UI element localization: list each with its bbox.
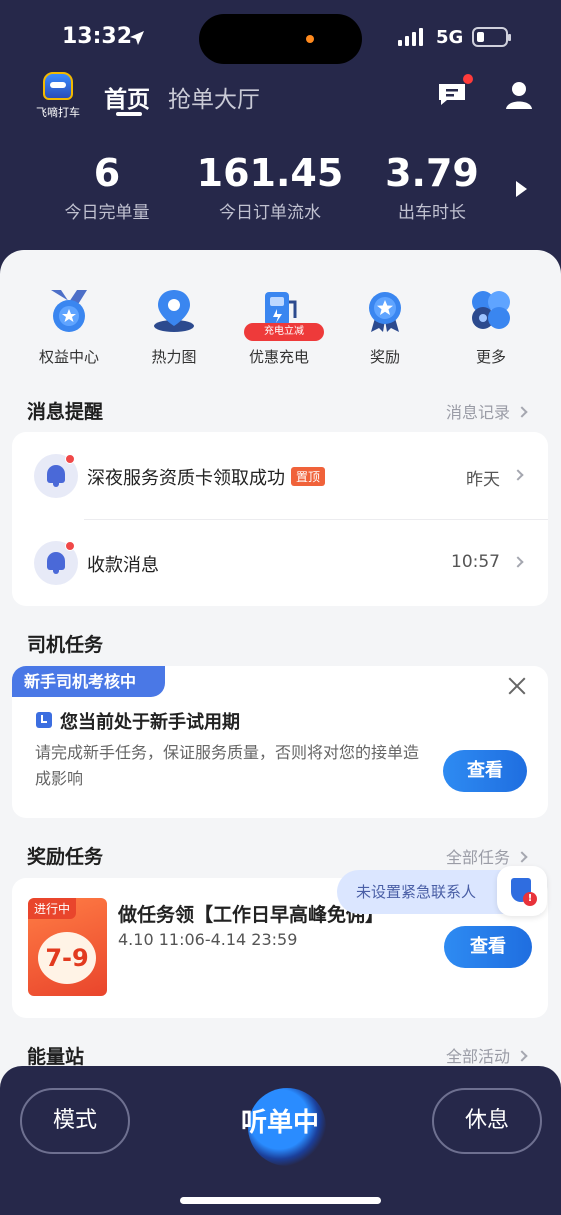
reward-hours-text: 7-9	[38, 932, 96, 984]
in-progress-tag: 进行中	[28, 898, 77, 919]
logo-text: 飞嘀打车	[36, 106, 80, 119]
message-time: 昨天	[466, 470, 500, 490]
all-tasks-link-label: 全部任务	[446, 848, 511, 867]
location-arrow-icon	[130, 31, 144, 45]
quick-label: 权益中心	[38, 348, 99, 366]
message-title: 收款消息	[87, 555, 159, 576]
reward-task-time: 4.10 11:06-4.14 23:59	[118, 930, 298, 949]
messages-section-title: 消息提醒	[27, 401, 104, 423]
listening-status-button[interactable]: 听单中	[200, 1102, 360, 1139]
recording-indicator	[306, 35, 314, 43]
message-unread-dot	[463, 74, 473, 84]
reward-tasks-section-title: 奖励任务	[27, 846, 104, 868]
quick-heatmap[interactable]: 热力图	[124, 288, 224, 367]
driver-tasks-section-title: 司机任务	[27, 634, 104, 656]
stat-label: 出车时长	[398, 203, 466, 223]
logo-mark-icon	[43, 72, 73, 100]
alert-icon: !	[523, 892, 537, 906]
message-time: 10:57	[451, 552, 500, 572]
probation-description: 请完成新手任务，保证服务质量，否则将对您的接单造成影响	[35, 743, 420, 788]
award-ribbon-icon	[369, 292, 401, 332]
message-icon[interactable]	[437, 82, 467, 106]
charging-discount-badge: 充电立减	[244, 323, 324, 341]
all-activities-link[interactable]: 全部活动	[446, 1043, 528, 1067]
quick-label: 奖励	[369, 348, 400, 366]
stat-label: 今日订单流水	[219, 203, 321, 223]
message-title: 深夜服务资质卡领取成功	[87, 468, 285, 489]
medal-star-icon	[51, 290, 87, 332]
energy-section-title: 能量站	[27, 1046, 85, 1068]
map-pin-icon	[154, 290, 194, 332]
reward-task-image: 进行中 7-9	[28, 898, 107, 996]
rest-button[interactable]: 休息	[432, 1088, 542, 1154]
list-item-message[interactable]: 深夜服务资质卡领取成功 置顶 昨天	[12, 432, 548, 519]
stat-value: 6	[93, 151, 121, 195]
close-icon[interactable]	[507, 676, 527, 696]
more-circles-icon	[472, 291, 510, 329]
stats-more-arrow-icon[interactable]	[516, 181, 527, 197]
stat-value: 161.45	[196, 151, 344, 195]
stat-value: 3.79	[385, 151, 479, 195]
tab-home[interactable]: 首页	[104, 80, 150, 114]
divider	[84, 519, 548, 520]
quick-label: 更多	[475, 348, 506, 366]
unread-dot	[65, 454, 75, 464]
probation-icon	[36, 712, 52, 728]
signal-icon	[398, 28, 423, 46]
unread-dot	[65, 541, 75, 551]
stat-completed-orders: 6 今日完单量	[32, 152, 182, 223]
pinned-badge: 置顶	[291, 467, 326, 486]
mode-button[interactable]: 模式	[20, 1088, 130, 1154]
battery-icon	[472, 27, 511, 47]
safety-shield-button[interactable]: !	[497, 866, 547, 916]
view-newbie-task-button[interactable]: 查看	[443, 750, 527, 792]
chevron-right-icon	[512, 556, 524, 568]
dynamic-island	[199, 14, 362, 64]
stat-label: 今日完单量	[64, 203, 150, 223]
quick-more[interactable]: 更多	[441, 288, 541, 367]
newbie-assessment-tag: 新手司机考核中	[12, 666, 165, 697]
quick-label: 热力图	[151, 348, 197, 366]
stat-order-revenue: 161.45 今日订单流水	[195, 152, 345, 223]
home-indicator[interactable]	[180, 1197, 381, 1204]
probation-heading: 您当前处于新手试用期	[60, 712, 240, 733]
app-logo: 飞嘀打车	[30, 72, 86, 120]
stat-online-hours: 3.79 出车时长	[357, 152, 507, 223]
chevron-right-icon	[512, 469, 524, 481]
all-activities-link-label: 全部活动	[446, 1047, 511, 1066]
tab-order-hall[interactable]: 抢单大厅	[168, 80, 260, 114]
message-history-link-label: 消息记录	[446, 403, 511, 422]
chevron-right-icon	[516, 1050, 528, 1062]
message-text: 深夜服务资质卡领取成功 置顶	[87, 464, 326, 490]
message-history-link[interactable]: 消息记录	[446, 399, 528, 423]
network-type: 5G	[436, 27, 464, 48]
quick-benefits-center[interactable]: 权益中心	[19, 288, 119, 367]
status-time: 13:32	[62, 24, 133, 49]
user-profile-icon[interactable]	[505, 80, 533, 110]
all-tasks-link[interactable]: 全部任务	[446, 844, 528, 868]
list-item-message[interactable]: 收款消息 10:57	[12, 519, 548, 606]
view-reward-task-button[interactable]: 查看	[444, 926, 532, 968]
quick-label: 优惠充电	[248, 348, 309, 366]
chevron-right-icon	[516, 851, 528, 863]
active-tab-indicator	[116, 112, 142, 116]
chevron-right-icon	[516, 406, 528, 418]
quick-rewards[interactable]: 奖励	[335, 288, 435, 367]
